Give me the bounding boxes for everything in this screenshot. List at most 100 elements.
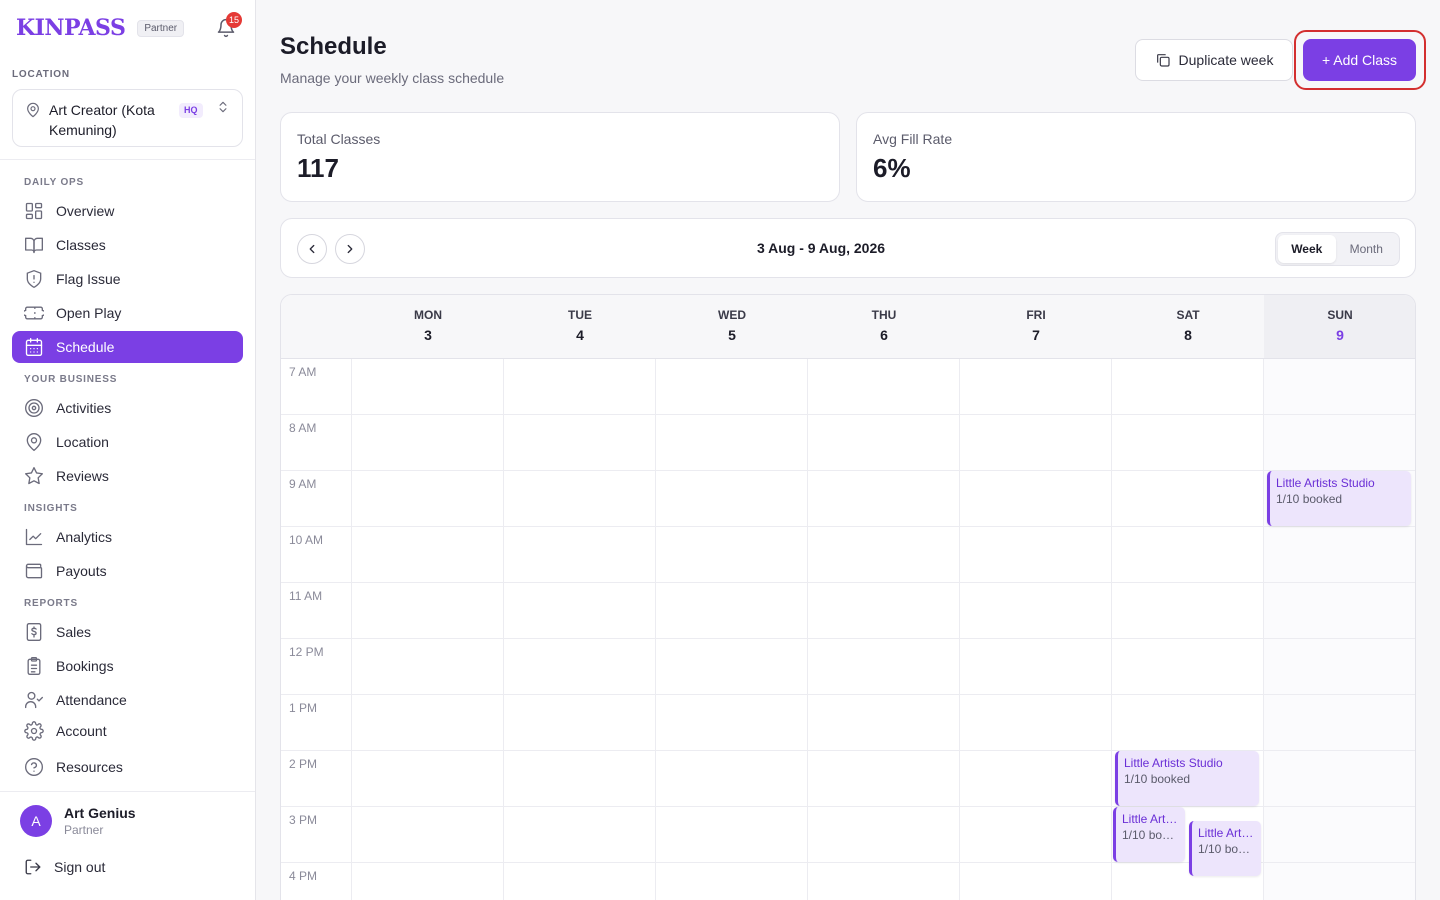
sidebar-item-overview[interactable]: Overview: [12, 195, 243, 227]
day-number: 3: [424, 327, 432, 343]
divider: [0, 159, 255, 160]
sidebar-item-account[interactable]: Account: [12, 715, 243, 747]
notifications-button[interactable]: 15: [212, 12, 243, 42]
shield-alert-icon: [26, 269, 42, 289]
sidebar-item-label: Attendance: [56, 692, 127, 708]
hour-label: 11 AM: [289, 589, 323, 603]
hour-row[interactable]: 12 PM: [281, 639, 1415, 695]
sidebar-item-payouts[interactable]: Payouts: [12, 555, 243, 587]
sidebar-item-label: Flag Issue: [56, 271, 121, 287]
wallet-icon: [25, 563, 43, 579]
user-name: Art Genius: [64, 805, 136, 821]
sidebar-item-label: Overview: [56, 203, 115, 219]
ticket-icon: [24, 306, 44, 320]
hour-label: 12 PM: [289, 645, 324, 659]
map-pin-icon: [27, 102, 39, 118]
copy-icon: [1156, 54, 1170, 67]
sidebar-item-open-play[interactable]: Open Play: [12, 297, 243, 329]
chevron-up-down-icon: [219, 101, 227, 113]
event-booking-count: 1/10 booked: [1122, 828, 1179, 842]
class-event[interactable]: Little Artists Studio 1/10 booked: [1189, 821, 1261, 876]
day-name: WED: [718, 308, 746, 322]
event-booking-count: 1/10 booked: [1198, 842, 1255, 856]
sidebar-item-sales[interactable]: Sales: [12, 616, 243, 648]
day-name: THU: [871, 308, 897, 322]
day-header-tue: TUE 4: [504, 295, 656, 358]
add-class-button[interactable]: + Add Class: [1303, 39, 1416, 81]
sidebar-item-label: Open Play: [56, 305, 122, 321]
location-heading: LOCATION: [12, 69, 70, 80]
column-divider: [959, 359, 960, 900]
sidebar-item-schedule[interactable]: Schedule: [12, 331, 243, 363]
column-divider: [807, 359, 808, 900]
section-daily-ops: DAILY OPS: [24, 177, 84, 188]
sidebar-item-bookings[interactable]: Bookings: [12, 650, 243, 682]
sidebar-item-attendance[interactable]: Attendance: [12, 684, 243, 716]
target-icon: [25, 399, 43, 417]
user-profile[interactable]: A Art Genius Partner: [20, 805, 136, 837]
tab-week[interactable]: Week: [1278, 235, 1336, 263]
sidebar-item-flag-issue[interactable]: Flag Issue: [12, 263, 243, 295]
stat-label: Avg Fill Rate: [873, 131, 953, 147]
grid-icon: [25, 202, 43, 220]
sign-out-label: Sign out: [54, 859, 106, 875]
calendar-header: MON 3 TUE 4 WED 5 THU 6 FRI 7 SAT 8 SUN 9: [281, 295, 1415, 359]
event-title: Little Artists Studio: [1122, 812, 1179, 826]
event-booking-count: 1/10 booked: [1124, 772, 1191, 786]
sidebar-item-label: Analytics: [56, 529, 113, 545]
hour-label: 2 PM: [289, 757, 318, 771]
stat-value: 6%: [873, 153, 911, 183]
day-number: 7: [1032, 327, 1040, 343]
week-navigation-bar: 3 Aug - 9 Aug, 2026 Week Month: [280, 218, 1416, 278]
view-toggle: Week Month: [1275, 232, 1400, 266]
sidebar-item-reviews[interactable]: Reviews: [12, 460, 243, 492]
hour-label: 7 AM: [289, 365, 317, 379]
day-header-fri: FRI 7: [960, 295, 1112, 358]
class-event[interactable]: Little Artists Studio 1/10 booked: [1267, 471, 1411, 526]
class-event[interactable]: Little Artists Studio 1/10 booked: [1113, 807, 1185, 862]
hour-row[interactable]: 7 AM: [281, 359, 1415, 415]
event-title: Little Artists Studio: [1276, 476, 1375, 490]
day-header-mon: MON 3: [352, 295, 504, 358]
sidebar-item-label: Location: [56, 434, 109, 450]
column-divider: [655, 359, 656, 900]
sidebar-item-label: Sales: [56, 624, 92, 640]
sidebar-item-activities[interactable]: Activities: [12, 392, 243, 424]
partner-tag: Partner: [137, 19, 185, 37]
sidebar-item-analytics[interactable]: Analytics: [12, 521, 243, 553]
duplicate-week-label: Duplicate week: [1178, 52, 1274, 68]
gear-icon: [24, 721, 44, 741]
week-range: 3 Aug - 9 Aug, 2026: [756, 240, 886, 256]
location-selector[interactable]: Art Creator (Kota Kemuning) HQ: [12, 89, 243, 147]
sidebar-item-location[interactable]: Location: [12, 426, 243, 458]
week-calendar: MON 3 TUE 4 WED 5 THU 6 FRI 7 SAT 8 SUN 9 7 AM 8 AM 9 A…: [280, 294, 1416, 900]
class-event[interactable]: Little Artists Studio 1/10 booked: [1115, 751, 1259, 806]
day-number: 9: [1336, 327, 1344, 343]
hour-row[interactable]: 1 PM: [281, 695, 1415, 751]
map-pin-icon: [26, 433, 42, 452]
day-number: 8: [1184, 327, 1192, 343]
day-name: MON: [414, 308, 442, 322]
help-circle-icon: [25, 758, 43, 776]
sidebar-item-label: Bookings: [56, 658, 114, 674]
sign-out-button[interactable]: Sign out: [24, 858, 105, 876]
hour-row[interactable]: 10 AM: [281, 527, 1415, 583]
sidebar-item-classes[interactable]: Classes: [12, 229, 243, 261]
day-header-sat: SAT 8: [1112, 295, 1264, 358]
day-number: 5: [728, 327, 736, 343]
tab-month[interactable]: Month: [1336, 235, 1397, 263]
hour-label: 10 AM: [289, 533, 324, 547]
kinpass-logo[interactable]: KINPASS: [16, 15, 126, 41]
hour-row[interactable]: 11 AM: [281, 583, 1415, 639]
clipboard-icon: [27, 657, 41, 675]
page-subtitle: Manage your weekly class schedule: [280, 70, 505, 86]
hour-row[interactable]: 9 AM: [281, 471, 1415, 527]
duplicate-week-button[interactable]: Duplicate week: [1135, 39, 1293, 81]
day-number: 4: [576, 327, 584, 343]
sidebar-item-resources[interactable]: Resources: [12, 751, 243, 783]
hour-label: 9 AM: [289, 477, 317, 491]
hour-label: 8 AM: [289, 421, 317, 435]
sidebar-item-label: Payouts: [56, 563, 107, 579]
hour-row[interactable]: 8 AM: [281, 415, 1415, 471]
hq-badge: HQ: [179, 103, 203, 118]
